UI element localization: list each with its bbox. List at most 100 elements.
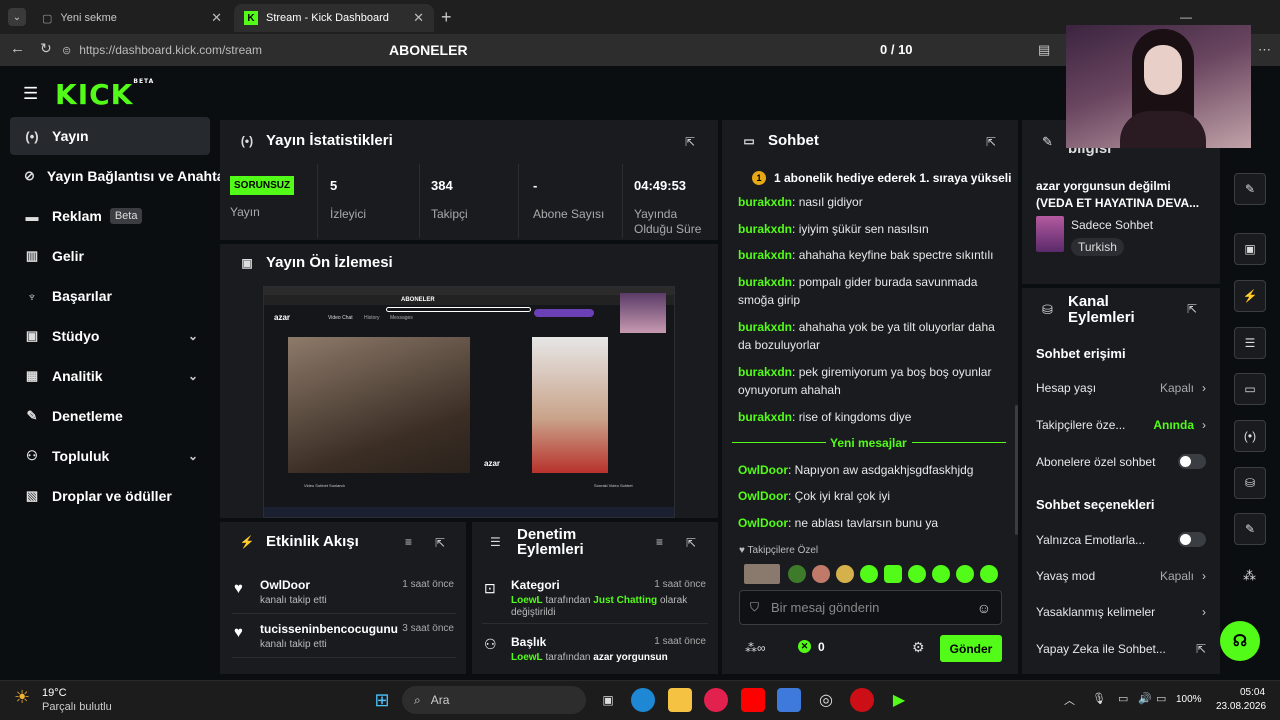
chat-username[interactable]: burakxdn [738, 365, 792, 379]
tab-new-tab[interactable]: ▢ Yeni sekme ✕ [32, 4, 232, 32]
followers-only-row[interactable]: Takipçilere öze... Anında › [1036, 418, 1206, 432]
expand-icon[interactable]: ⇱ [685, 135, 695, 149]
chat-input[interactable]: ⛉ Bir mesaj gönderin ☺ [739, 590, 1002, 625]
weather-icon[interactable]: ☀ [14, 687, 30, 708]
activity-user[interactable]: tucisseninbencocugunu [260, 622, 398, 636]
media-player-icon[interactable] [704, 688, 728, 712]
chat-scrollbar[interactable] [1015, 405, 1018, 535]
chat-username[interactable]: burakxdn [738, 320, 792, 334]
task-view-icon[interactable]: ▣ [596, 688, 620, 712]
chat-username[interactable]: OwlDoor [738, 489, 788, 503]
file-explorer-icon[interactable] [668, 688, 692, 712]
stream-preview-video[interactable]: ABONELER azar Video Chat History Message… [263, 286, 675, 518]
expand-icon[interactable]: ⇱ [435, 536, 445, 550]
expand-icon[interactable]: ⇱ [686, 536, 696, 550]
wrench-button[interactable]: ✎ [1234, 513, 1266, 545]
tray-chevron-icon[interactable]: ︿ [1064, 692, 1075, 708]
sidebar-item-topluluk[interactable]: ⚇ Topluluk ⌄ [10, 437, 210, 475]
minimize-icon[interactable]: — [1180, 10, 1192, 24]
taskbar-search[interactable]: ⌕ Ara [402, 686, 586, 714]
youtube-icon[interactable] [741, 688, 765, 712]
expand-icon[interactable]: ⇱ [986, 135, 996, 149]
support-button[interactable]: ☊ [1220, 621, 1260, 661]
gear-icon[interactable]: ⚙ [912, 639, 925, 656]
sidebar-item-basarilar[interactable]: ♆ Başarılar [10, 277, 210, 315]
chat-username[interactable]: burakxdn [738, 275, 792, 289]
reload-icon[interactable]: ↻ [40, 40, 52, 57]
emoji-icon[interactable]: ☺ [977, 600, 991, 616]
sidebar-item-stream-key[interactable]: ⊘ Yayın Bağlantısı ve Anahtarı [10, 157, 220, 195]
menu-hamburger-icon[interactable]: ☰ [23, 84, 38, 104]
emote-icon[interactable] [932, 565, 950, 583]
sidebar-item-reklam[interactable]: ▬ Reklam Beta [10, 197, 210, 235]
more-options-icon[interactable]: ⋯ [1258, 42, 1271, 58]
kick-logo[interactable]: KICKBETA [55, 78, 154, 111]
emote-icon[interactable] [788, 565, 806, 583]
edge-browser-icon[interactable] [631, 688, 655, 712]
emote-only-toggle[interactable] [1178, 532, 1206, 547]
network-icon[interactable]: ▭ [1118, 692, 1128, 705]
link-chain-icon[interactable]: ⁂∞ [745, 641, 766, 655]
opera-icon[interactable] [850, 688, 874, 712]
account-age-row[interactable]: Hesap yaşı Kapalı › [1036, 381, 1206, 395]
chat-username[interactable]: burakxdn [738, 248, 792, 262]
banned-words-row[interactable]: Yasaklanmış kelimeler › [1036, 605, 1206, 619]
back-arrow-icon[interactable]: ← [10, 40, 25, 57]
pinned-banner[interactable]: 1 1 abonelik hediye ederek 1. sıraya yük… [752, 169, 1012, 187]
broadcast-button[interactable]: (•) [1234, 420, 1266, 452]
microphone-icon[interactable]: 🎙 [1092, 692, 1106, 705]
emote-icon[interactable] [980, 565, 998, 583]
emote-icon[interactable] [836, 565, 854, 583]
chat-username[interactable]: burakxdn [738, 410, 792, 424]
emote-icon[interactable] [908, 565, 926, 583]
ai-chat-row[interactable]: Yapay Zeka ile Sohbet... ⇱ [1036, 642, 1206, 656]
app-icon[interactable] [777, 688, 801, 712]
lightning-button[interactable]: ⚡ [1234, 280, 1266, 312]
moderation-actor[interactable]: LoewL [511, 595, 543, 606]
emote-icon[interactable] [812, 565, 830, 583]
battery-icon[interactable]: ▭ [1156, 692, 1166, 705]
sidebar-item-yayin[interactable]: (•) Yayın [10, 117, 210, 155]
chat-username[interactable]: OwlDoor [738, 516, 788, 530]
obs-icon[interactable]: ◎ [814, 688, 838, 712]
ad-button[interactable]: ▣ [1234, 233, 1266, 265]
emote-thumbnail[interactable] [744, 564, 780, 584]
sidebar-item-droplar[interactable]: ▧ Droplar ve ödüller [10, 477, 210, 515]
moderation-actor[interactable]: LoewL [511, 652, 543, 663]
subscribers-only-toggle[interactable] [1178, 454, 1206, 469]
url-field[interactable]: ⊜ https://dashboard.kick.com/stream [62, 39, 362, 61]
kick-app-icon[interactable]: ▶ [887, 688, 911, 712]
send-button[interactable]: Gönder [940, 635, 1002, 662]
chat-username[interactable]: burakxdn [738, 222, 792, 236]
activity-user[interactable]: OwlDoor [260, 578, 310, 592]
sidebar-item-studyo[interactable]: ▣ Stüdyo ⌄ [10, 317, 210, 355]
site-info-icon[interactable]: ⊜ [62, 44, 71, 57]
chat-username[interactable]: OwlDoor [738, 463, 788, 477]
new-tab-plus-icon[interactable]: + [441, 7, 452, 28]
category-thumbnail[interactable] [1036, 216, 1064, 252]
reader-mode-icon[interactable]: ▤ [1038, 42, 1050, 58]
tab-list-chevron-icon[interactable]: ⌄ [8, 8, 26, 26]
windows-start-icon[interactable]: ⊞ [370, 688, 394, 712]
filter-icon[interactable]: ≡ [656, 535, 663, 549]
chat-button[interactable]: ▭ [1234, 373, 1266, 405]
emote-icon[interactable] [956, 565, 974, 583]
volume-icon[interactable]: 🔊 [1138, 692, 1152, 705]
list-button[interactable]: ☰ [1234, 327, 1266, 359]
sidebar-item-denetleme[interactable]: ✎ Denetleme [10, 397, 210, 435]
emote-icon[interactable] [860, 565, 878, 583]
close-tab-icon[interactable]: ✕ [413, 10, 424, 26]
headset-icon: ☊ [1232, 633, 1248, 650]
slow-mode-row[interactable]: Yavaş mod Kapalı › [1036, 569, 1206, 583]
edit-button[interactable]: ✎ [1234, 173, 1266, 205]
chat-username[interactable]: burakxdn [738, 195, 792, 209]
emote-icon[interactable] [884, 565, 902, 583]
more-apps-icon[interactable]: ⁂ [1243, 568, 1256, 584]
close-tab-icon[interactable]: ✕ [211, 10, 222, 26]
sidebar-item-gelir[interactable]: ▥ Gelir [10, 237, 210, 275]
tab-kick-dashboard[interactable]: K Stream - Kick Dashboard ✕ [234, 4, 434, 32]
actions-button[interactable]: ⛁ [1234, 467, 1266, 499]
filter-icon[interactable]: ≡ [405, 535, 412, 549]
expand-icon[interactable]: ⇱ [1187, 302, 1197, 316]
sidebar-item-analitik[interactable]: ▦ Analitik ⌄ [10, 357, 210, 395]
